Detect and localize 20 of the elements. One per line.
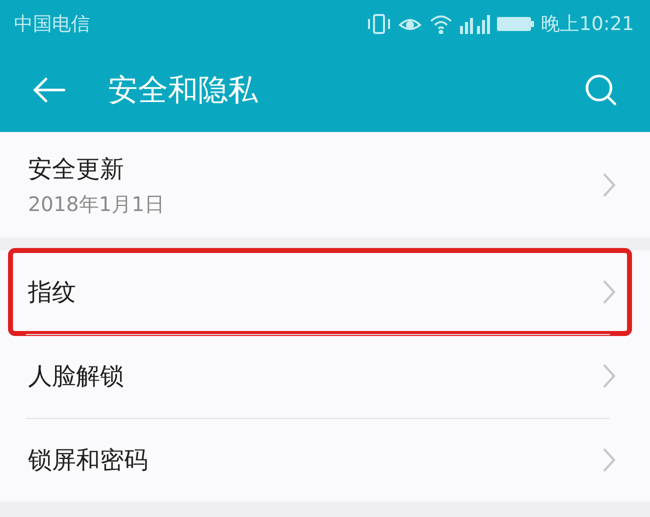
item-title: 安全更新 — [28, 154, 125, 184]
item-title: 指纹 — [28, 277, 77, 308]
wifi-icon — [429, 14, 454, 34]
item-title: 人脸解锁 — [28, 361, 125, 392]
item-subtitle: 2018年1月1日 — [28, 190, 166, 218]
clock-time: 晚上10:21 — [541, 12, 634, 37]
signal-icon — [460, 14, 490, 34]
settings-item[interactable]: 锁屏和密码 — [0, 418, 650, 502]
vibrate-icon — [367, 13, 392, 35]
battery-icon — [497, 16, 536, 32]
settings-item[interactable]: 安全更新 2018年1月1日 — [0, 132, 650, 238]
chevron-icon — [602, 172, 616, 198]
settings-item[interactable]: 指纹 — [0, 250, 650, 334]
page-title: 安全和隐私 — [108, 72, 259, 110]
chevron-icon — [602, 279, 616, 305]
carrier-name: 中国电信 — [14, 12, 90, 37]
chevron-icon — [602, 447, 616, 473]
settings-item[interactable]: 人脸解锁 — [0, 334, 650, 418]
chevron-icon — [602, 363, 616, 389]
item-title: 锁屏和密码 — [28, 445, 149, 476]
